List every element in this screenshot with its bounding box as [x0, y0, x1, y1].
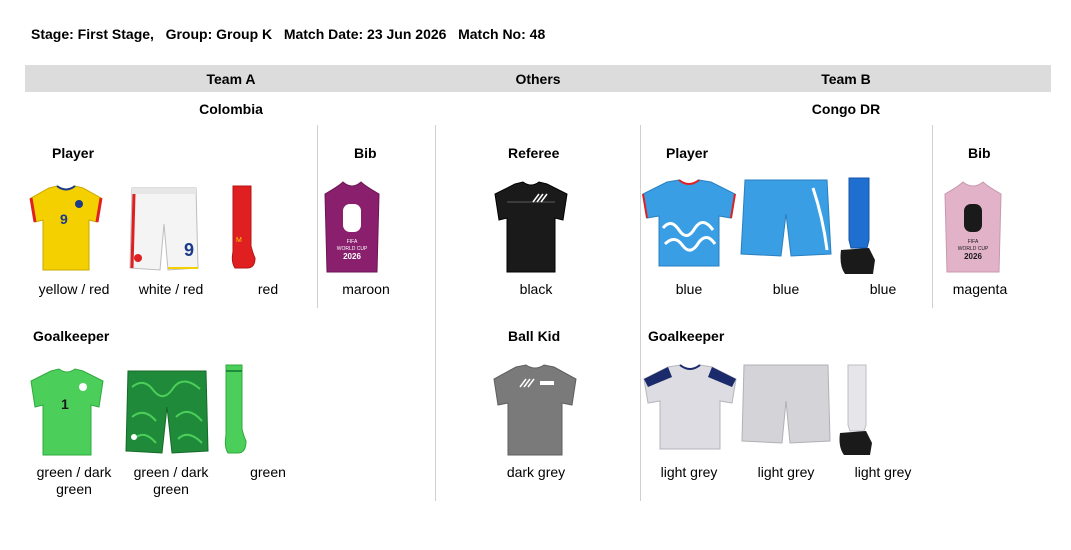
team-b-goalkeeper-socks-color: light grey — [854, 464, 912, 480]
team-a-bib-image: FIFA WORLD CUP 2026 — [324, 181, 380, 273]
divider-team-a-others — [435, 125, 436, 501]
team-a-goalkeeper-socks-image — [224, 364, 247, 454]
team-a-bib-color: maroon — [342, 281, 390, 297]
svg-text:M: M — [236, 237, 242, 244]
ball-kid-color: dark grey — [506, 464, 566, 480]
svg-text:9: 9 — [60, 211, 68, 227]
team-b-goalkeeper-title: Goalkeeper — [648, 328, 725, 344]
match-info: Stage: First Stage, Group: Group K Match… — [31, 26, 545, 42]
column-team-b: Team B — [821, 71, 871, 87]
column-team-a: Team A — [206, 71, 256, 87]
team-a-bib-title: Bib — [354, 145, 377, 161]
team-a-player-shirt-image: 9 — [29, 185, 103, 271]
svg-text:2026: 2026 — [343, 252, 361, 261]
team-a-player-shorts-color: white / red — [138, 281, 204, 297]
team-a-player-socks-color: red — [257, 281, 279, 297]
team-a-goalkeeper-shorts-color: green / dark green — [133, 464, 209, 497]
team-b-goalkeeper-shirt-color: light grey — [660, 464, 718, 480]
team-b-player-title: Player — [666, 145, 709, 161]
team-b-player-shirt-color: blue — [675, 281, 703, 297]
team-b-player-shorts-color: blue — [772, 281, 800, 297]
team-a-goalkeeper-shorts-image — [125, 370, 209, 454]
svg-text:2026: 2026 — [964, 252, 982, 261]
svg-text:FIFA: FIFA — [968, 239, 979, 245]
svg-text:FIFA: FIFA — [347, 239, 358, 245]
team-a-goalkeeper-socks-color: green — [250, 464, 286, 480]
team-b-player-socks-color: blue — [869, 281, 897, 297]
referee-shirt-image — [494, 181, 568, 273]
team-b-name: Congo DR — [811, 101, 881, 117]
team-a-player-shirt-color: yellow / red — [38, 281, 110, 297]
column-others: Others — [515, 71, 561, 87]
ball-kid-title: Ball Kid — [508, 328, 561, 344]
team-a-goalkeeper-shirt-color: green / dark green — [36, 464, 112, 497]
team-b-goalkeeper-socks-image — [839, 364, 872, 455]
svg-text:1: 1 — [61, 396, 69, 412]
referee-title: Referee — [508, 145, 560, 161]
team-b-goalkeeper-shorts-color: light grey — [757, 464, 815, 480]
team-a-player-socks-image: M — [231, 185, 256, 269]
team-b-goalkeeper-shorts-image — [741, 364, 831, 444]
team-a-player-title: Player — [52, 145, 95, 161]
svg-text:9: 9 — [184, 240, 194, 260]
team-a-name: Colombia — [199, 101, 263, 117]
team-b-player-shorts-image — [740, 179, 832, 257]
ball-kid-shirt-image — [493, 364, 577, 456]
stage-text: Stage: First Stage, — [31, 26, 154, 42]
team-b-goalkeeper-shirt-image — [643, 364, 737, 450]
team-b-player-socks-image — [840, 177, 875, 274]
team-a-player-shorts-image: 9 — [129, 187, 199, 271]
referee-color: black — [519, 281, 553, 297]
team-a-goalkeeper-shirt-image: 1 — [30, 368, 104, 456]
group-text: Group: Group K — [165, 26, 273, 42]
team-b-bib-color: magenta — [952, 281, 1008, 297]
match-date-text: Match Date: 23 Jun 2026 — [283, 26, 447, 42]
team-a-goalkeeper-title: Goalkeeper — [33, 328, 110, 344]
team-b-bib-image: FIFA WORLD CUP 2026 — [944, 181, 1002, 273]
match-no-text: Match No: 48 — [458, 26, 546, 42]
team-b-bib-title: Bib — [968, 145, 991, 161]
team-b-player-shirt-image — [642, 179, 736, 267]
